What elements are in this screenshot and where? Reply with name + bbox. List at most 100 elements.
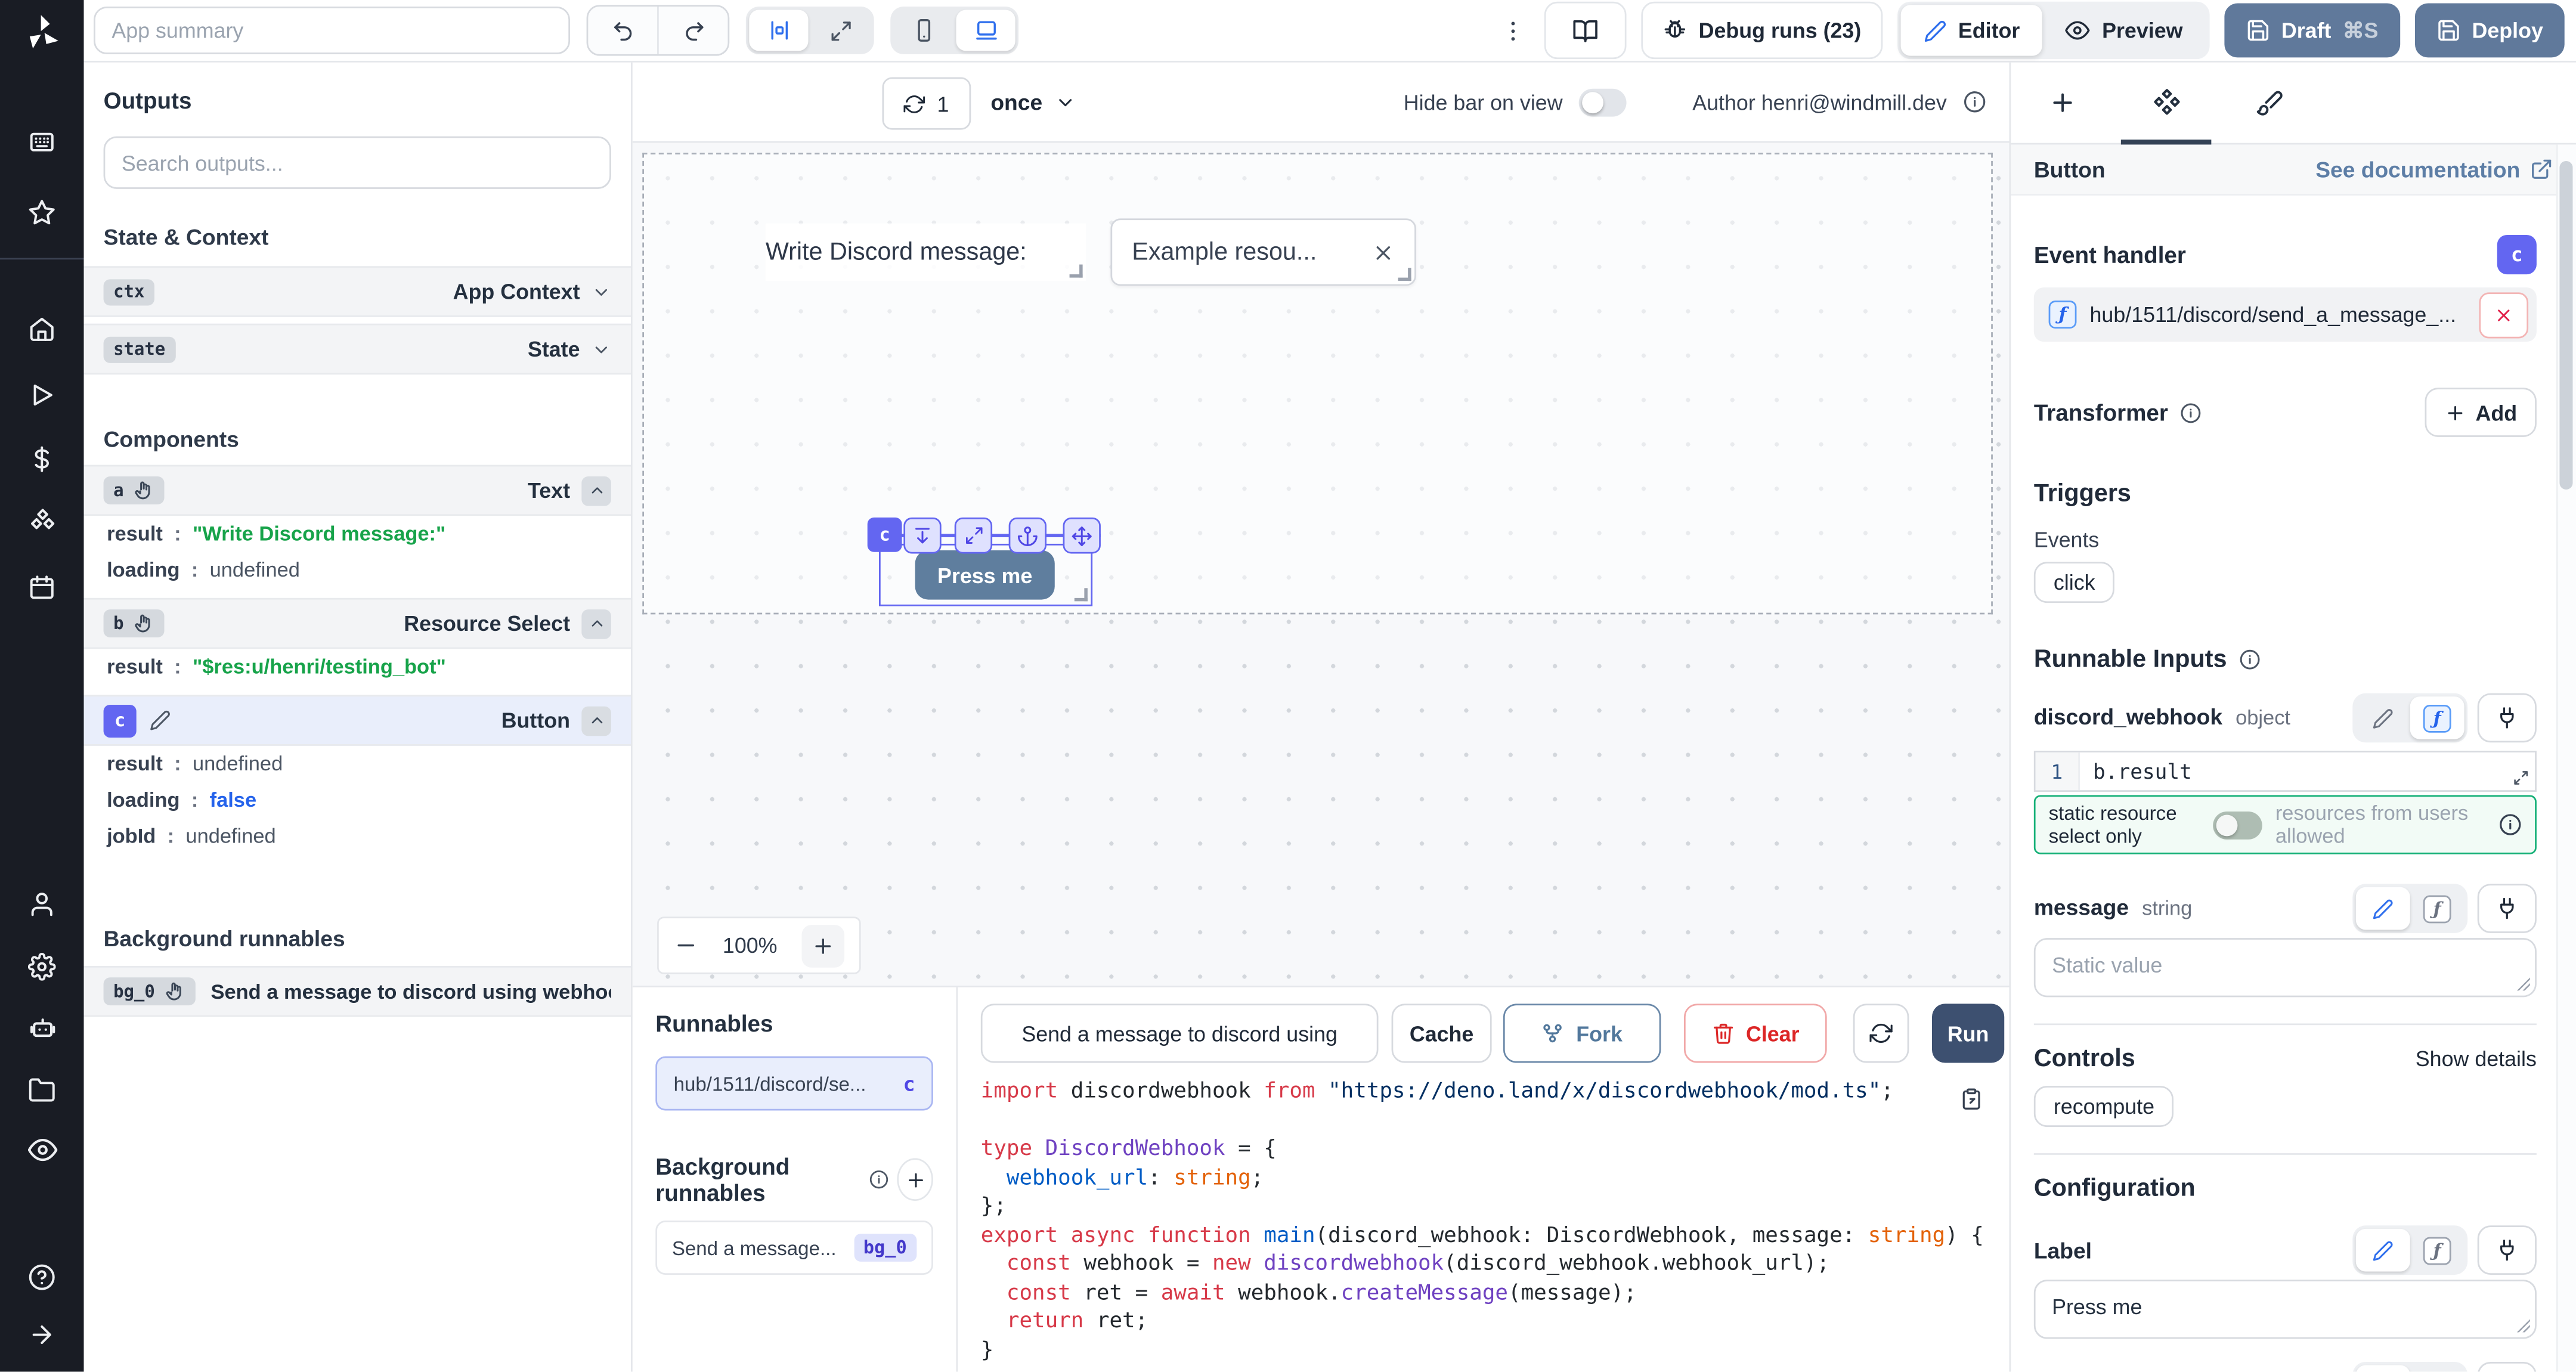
undo-button[interactable]	[588, 7, 657, 54]
app-canvas[interactable]: Write Discord message: Example resou... …	[633, 143, 2010, 986]
collapse-chevron[interactable]	[581, 609, 611, 639]
deploy-button[interactable]: Deploy	[2414, 4, 2565, 58]
tab-component-settings[interactable]	[2114, 61, 2218, 143]
anchor-component-button[interactable]	[1009, 518, 1046, 554]
discord-webhook-expr-editor[interactable]: 1 b.result	[2034, 751, 2537, 792]
background-runnable-row[interactable]: bg_0 Send a message to discord using web…	[84, 966, 631, 1017]
code-editor[interactable]: import discordwebhook from "https://deno…	[958, 1077, 2009, 1365]
settings-gear-icon[interactable]	[0, 946, 84, 986]
clear-x-icon[interactable]	[1372, 241, 1395, 264]
connect-plug-button[interactable]	[2478, 1225, 2537, 1275]
desktop-view-button[interactable]	[956, 10, 1015, 51]
collapse-chevron[interactable]	[581, 476, 611, 506]
refresh-script-button[interactable]	[1853, 1004, 1909, 1063]
button-component[interactable]: Press me	[915, 550, 1055, 600]
center-align-button[interactable]	[749, 10, 808, 51]
runs-play-icon[interactable]	[0, 374, 84, 414]
resize-handle[interactable]	[2517, 1319, 2530, 1332]
insert-below-button[interactable]	[903, 518, 941, 554]
connect-plug-button[interactable]	[2478, 1362, 2537, 1372]
scrollbar-thumb[interactable]	[2559, 161, 2572, 490]
draft-button[interactable]: Draft ⌘S	[2224, 4, 2399, 58]
tab-insert-component[interactable]	[2011, 61, 2114, 143]
event-handler-runnable-chip[interactable]: ƒ hub/1511/discord/send_a_message_...	[2034, 287, 2537, 342]
search-outputs-input[interactable]	[104, 137, 611, 189]
component-row-c-selected[interactable]: c Button	[84, 695, 631, 745]
copy-clipboard-icon[interactable]	[1960, 1088, 1983, 1111]
fullscreen-button[interactable]	[812, 10, 871, 51]
eval-mode-f-icon[interactable]: ƒ	[2410, 696, 2464, 739]
show-details-link[interactable]: Show details	[2416, 1046, 2537, 1071]
eval-mode-f-icon[interactable]: ƒ	[2410, 1365, 2464, 1371]
app-summary-input[interactable]	[94, 7, 570, 54]
info-icon[interactable]	[2499, 813, 2522, 837]
static-mode-pencil-icon[interactable]	[2356, 1365, 2410, 1371]
refresh-mode-select[interactable]: once	[990, 77, 1075, 126]
add-transformer-button[interactable]: Add	[2425, 388, 2537, 437]
collapse-rail-arrow-icon[interactable]	[0, 1314, 84, 1354]
selected-runnable-item[interactable]: hub/1511/discord/se... c	[655, 1057, 933, 1111]
component-row-b[interactable]: b Resource Select	[84, 598, 631, 649]
tab-editor[interactable]: Editor	[1900, 5, 2042, 55]
info-icon[interactable]	[2179, 402, 2201, 423]
add-background-runnable-button[interactable]	[897, 1158, 933, 1201]
more-menu-icon[interactable]	[1497, 17, 1530, 44]
static-mode-pencil-icon[interactable]	[2356, 696, 2410, 739]
expand-editor-icon[interactable]	[2512, 769, 2530, 786]
chevron-down-icon[interactable]	[592, 281, 611, 301]
move-component-button[interactable]	[1063, 518, 1101, 554]
workers-robot-icon[interactable]	[0, 1009, 84, 1048]
static-mode-pencil-icon[interactable]	[2356, 1229, 2410, 1272]
users-icon[interactable]	[0, 884, 84, 923]
folders-icon[interactable]	[0, 1070, 84, 1109]
redo-button[interactable]	[657, 7, 727, 54]
tab-preview[interactable]: Preview	[2043, 5, 2206, 55]
event-chip-click[interactable]: click	[2034, 562, 2115, 603]
info-icon[interactable]	[2238, 649, 2260, 670]
eval-mode-f-icon[interactable]: ƒ	[2410, 887, 2464, 930]
documentation-book-button[interactable]	[1544, 2, 1627, 59]
audit-eye-icon[interactable]	[0, 1131, 84, 1170]
text-component[interactable]: Write Discord message:	[766, 224, 1086, 281]
billing-dollar-icon[interactable]	[0, 439, 84, 478]
ctx-row[interactable]: ctx App Context	[84, 266, 631, 317]
static-mode-pencil-icon[interactable]	[2356, 887, 2410, 930]
run-button[interactable]: Run	[1932, 1004, 2004, 1063]
debug-runs-button[interactable]: Debug runs (23)	[1641, 2, 1883, 59]
message-static-value-input[interactable]: Static value	[2034, 938, 2537, 997]
background-runnable-item[interactable]: Send a message... bg_0	[655, 1221, 933, 1275]
remove-runnable-button[interactable]	[2479, 292, 2528, 337]
state-row[interactable]: state State	[84, 324, 631, 374]
connect-plug-button[interactable]	[2478, 884, 2537, 933]
tab-styling[interactable]	[2218, 61, 2321, 143]
resize-handle[interactable]	[2517, 977, 2530, 990]
info-icon[interactable]	[1963, 91, 1986, 114]
script-name-button[interactable]: Send a message to discord using	[981, 1004, 1379, 1063]
zoom-out-button[interactable]	[674, 933, 698, 958]
home-icon[interactable]	[0, 309, 84, 348]
label-value-input[interactable]: Press me	[2034, 1280, 2537, 1339]
favorites-star-icon[interactable]	[0, 192, 84, 231]
recompute-chip[interactable]: recompute	[2034, 1086, 2174, 1127]
windmill-logo-icon[interactable]	[0, 13, 84, 52]
help-icon[interactable]	[0, 1257, 84, 1296]
pencil-icon[interactable]	[150, 710, 171, 731]
app-switcher-icon[interactable]	[0, 122, 84, 161]
resources-cubes-icon[interactable]	[0, 503, 84, 542]
fork-button[interactable]: Fork	[1503, 1004, 1661, 1063]
hide-bar-toggle[interactable]	[1579, 88, 1627, 116]
cache-button[interactable]: Cache	[1392, 1004, 1492, 1063]
resource-select-component[interactable]: Example resou...	[1110, 218, 1416, 286]
refresh-count-button[interactable]: 1	[882, 77, 971, 129]
zoom-in-button[interactable]	[801, 924, 844, 967]
schedules-calendar-icon[interactable]	[0, 567, 84, 606]
see-documentation-link[interactable]: See documentation	[2315, 157, 2553, 181]
mobile-view-button[interactable]	[894, 10, 953, 51]
collapse-chevron[interactable]	[581, 705, 611, 735]
connect-plug-button[interactable]	[2478, 693, 2537, 743]
expand-component-button[interactable]	[955, 518, 992, 554]
settings-scrollbar[interactable]	[2556, 144, 2576, 1371]
resource-mode-toggle[interactable]	[2213, 811, 2262, 839]
chevron-down-icon[interactable]	[592, 339, 611, 359]
component-row-a[interactable]: a Text	[84, 465, 631, 516]
